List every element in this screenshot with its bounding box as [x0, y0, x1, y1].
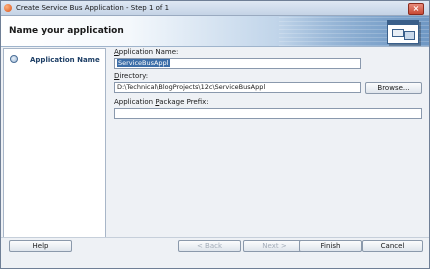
footer-divider [1, 237, 429, 238]
application-name-label: Application Name: [114, 48, 179, 56]
application-name-value: ServiceBusAppl [117, 59, 170, 67]
sidebar-item-label: Application Name [30, 56, 100, 64]
form-panel: Application Name: ServiceBusAppl Directo… [114, 48, 422, 236]
window-title: Create Service Bus Application - Step 1 … [16, 4, 170, 12]
application-wizard-icon [387, 20, 419, 44]
back-button[interactable]: < Back [178, 240, 241, 252]
close-button[interactable]: × [408, 3, 424, 15]
page-title: Name your application [9, 26, 124, 36]
step-circle-icon [10, 55, 18, 63]
finish-button[interactable]: Finish [299, 240, 362, 252]
package-prefix-label: Application Package Prefix: [114, 98, 209, 106]
directory-label: Directory: [114, 72, 149, 80]
browse-button[interactable]: Browse... [365, 82, 422, 94]
title-bar: Create Service Bus Application - Step 1 … [1, 1, 429, 16]
next-button[interactable]: Next > [243, 240, 306, 252]
package-prefix-input[interactable] [114, 108, 422, 119]
application-name-input[interactable]: ServiceBusAppl [114, 58, 361, 69]
directory-input[interactable]: D:\Technical\BlogProjects\12c\ServiceBus… [114, 82, 361, 93]
app-icon [4, 4, 12, 12]
wizard-window: Create Service Bus Application - Step 1 … [0, 0, 430, 269]
sidebar-item-application-name[interactable]: Application Name [4, 54, 105, 66]
help-button[interactable]: Help [9, 240, 72, 252]
cancel-button[interactable]: Cancel [362, 240, 423, 252]
wizard-header: Name your application [1, 16, 429, 47]
steps-sidebar: Application Name [3, 48, 106, 238]
